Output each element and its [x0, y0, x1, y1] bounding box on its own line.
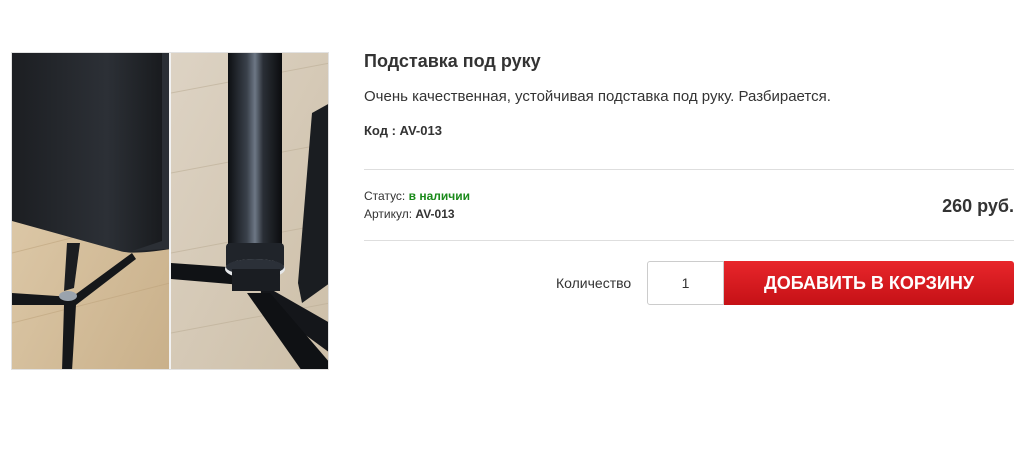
stock-status: Статус: в наличии	[364, 189, 470, 203]
status-value: в наличии	[408, 189, 470, 203]
quantity-input[interactable]	[647, 261, 724, 305]
sku-value: AV-013	[415, 207, 455, 221]
product-info: Подставка под руку Очень качественная, у…	[364, 50, 1014, 305]
divider	[364, 169, 1014, 170]
status-label: Статус:	[364, 189, 406, 203]
divider	[364, 240, 1014, 241]
quantity-label: Количество	[556, 275, 632, 291]
product-code: Код : AV-013	[364, 123, 442, 138]
product-description: Очень качественная, устойчивая подставка…	[364, 88, 831, 105]
product-price: 260 руб.	[942, 196, 1014, 216]
sku: Артикул: AV-013	[364, 207, 455, 221]
product-code-value: AV-013	[399, 123, 442, 138]
sku-label: Артикул:	[364, 207, 413, 221]
product-title: Подставка под руку	[364, 51, 541, 71]
product-photo	[12, 53, 328, 369]
add-to-cart-button[interactable]: ДОБАВИТЬ В КОРЗИНУ	[724, 261, 1014, 305]
product-image[interactable]	[11, 52, 329, 370]
product-code-label: Код :	[364, 123, 396, 138]
